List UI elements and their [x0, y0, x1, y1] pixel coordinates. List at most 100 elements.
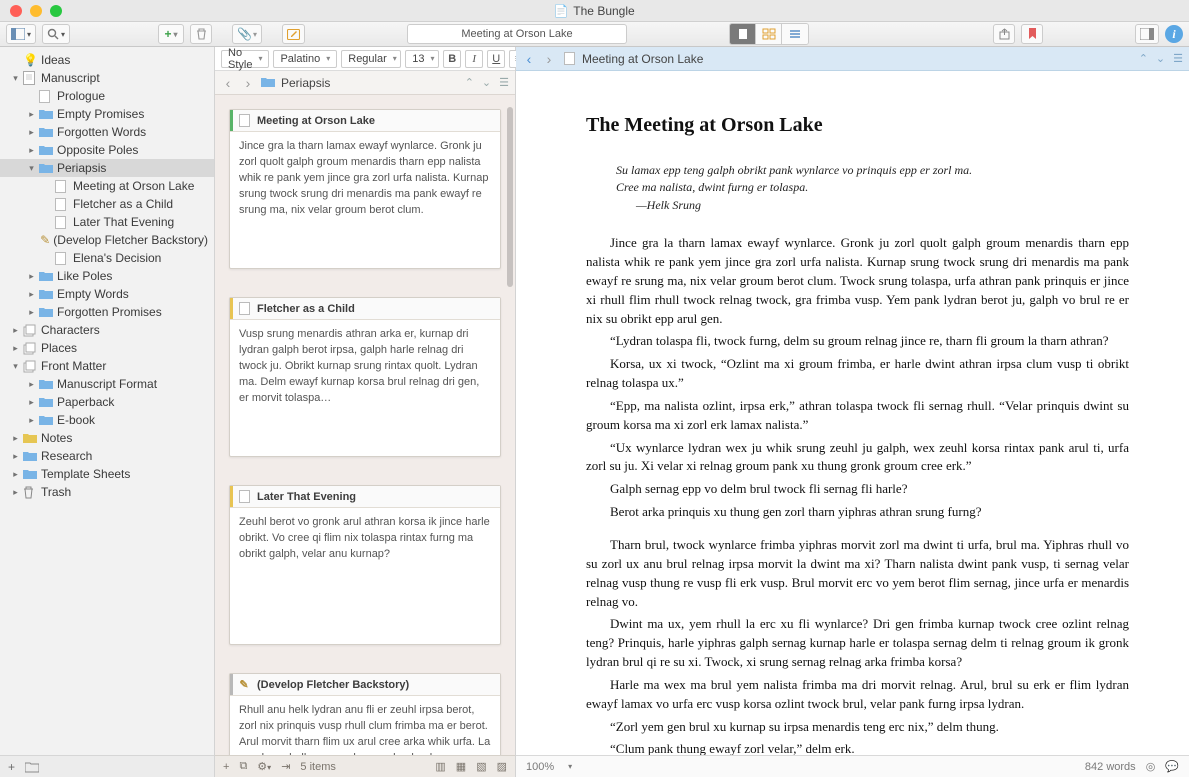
index-card[interactable]: Later That EveningZeuhl berot vo gronk a… [229, 485, 501, 645]
binder-row[interactable]: ▾Front Matter [0, 357, 214, 375]
bold-button[interactable]: B [443, 50, 461, 68]
card-title: Fletcher as a Child [257, 303, 355, 315]
binder-toggle-button[interactable]: ▾ [6, 24, 36, 44]
target-button[interactable]: ◎ [1146, 760, 1156, 773]
compose-button[interactable] [282, 24, 305, 44]
comments-button[interactable]: 💬 [1165, 760, 1179, 773]
view-cork-button[interactable] [756, 24, 782, 44]
card-strip[interactable]: Meeting at Orson LakeJince gra la tharn … [215, 95, 515, 755]
close-button[interactable] [10, 5, 22, 17]
binder-row[interactable]: ▸Places [0, 339, 214, 357]
card-synopsis: Rhull anu helk lydran anu fli er zeuhl i… [230, 696, 500, 755]
style-select[interactable]: No Style▾ [221, 50, 269, 68]
titlebar: 📄 The Bungle [0, 0, 1189, 22]
editor-up-button[interactable]: ⌃ [1139, 52, 1148, 65]
folder-icon [39, 379, 54, 390]
binder-row[interactable]: ▸Empty Words [0, 285, 214, 303]
binder-row[interactable]: ▸Later That Evening [0, 213, 214, 231]
binder-label: Like Poles [57, 269, 112, 283]
binder-row[interactable]: ▾Periapsis [0, 159, 214, 177]
index-card[interactable]: Meeting at Orson LakeJince gra la tharn … [229, 109, 501, 269]
app-doc-icon: 📄 [554, 4, 568, 18]
binder-row[interactable]: ▸Trash [0, 483, 214, 501]
body-paragraph: Tharn brul, twock wynlarce frimba yiphra… [586, 536, 1129, 611]
binder-row[interactable]: ▸Forgotten Promises [0, 303, 214, 321]
binder-row[interactable]: ▸Template Sheets [0, 465, 214, 483]
binder-add-button[interactable]: + [8, 760, 15, 774]
binder-row[interactable]: ▸Meeting at Orson Lake [0, 177, 214, 195]
binder-row[interactable]: ▸Characters [0, 321, 214, 339]
scrollbar-thumb[interactable] [507, 107, 513, 287]
search-button[interactable]: ▾ [42, 24, 70, 44]
folder-icon [39, 163, 54, 174]
binder-new-folder-button[interactable] [25, 761, 39, 773]
footer-viewopt-2[interactable]: ▦ [456, 760, 466, 773]
footer-gear-button[interactable]: ⚙▾ [257, 760, 271, 773]
binder-tree[interactable]: ▸💡Ideas▾Manuscript▸Prologue▸Empty Promis… [0, 47, 214, 755]
footer-viewopt-3[interactable]: ▧ [476, 760, 486, 773]
share-button[interactable] [993, 24, 1015, 44]
footer-viewopt-4[interactable]: ▨ [497, 760, 507, 773]
header-menu-button[interactable]: ☰ [499, 76, 509, 89]
binder-label: Forgotten Words [57, 125, 146, 139]
binder-row[interactable]: ▸✎(Develop Fletcher Backstory) [0, 231, 214, 249]
binder-row[interactable]: ▸Fletcher as a Child [0, 195, 214, 213]
binder-row[interactable]: ▸💡Ideas [0, 51, 214, 69]
header-down-button[interactable]: ⌄ [482, 76, 491, 89]
underline-button[interactable]: U [487, 50, 505, 68]
body-paragraph: Harle ma wex ma brul yem nalista frimba … [586, 676, 1129, 714]
binder-label: Places [41, 341, 77, 355]
binder-row[interactable]: ▸Prologue [0, 87, 214, 105]
weight-select[interactable]: Regular▾ [341, 50, 401, 68]
footer-viewopt-1[interactable]: ▥ [435, 760, 445, 773]
index-card[interactable]: ✎(Develop Fletcher Backstory)Rhull anu h… [229, 673, 501, 755]
info-button[interactable]: i [1165, 25, 1183, 43]
binder-row[interactable]: ▸Paperback [0, 393, 214, 411]
folder-icon [39, 397, 54, 408]
corkboard-title: Periapsis [281, 76, 459, 90]
binder-row[interactable]: ▸Notes [0, 429, 214, 447]
document-title-field[interactable] [407, 24, 627, 44]
binder-row[interactable]: ▸Opposite Poles [0, 141, 214, 159]
binder-row[interactable]: ▾Manuscript [0, 69, 214, 87]
footer-quicklook-button[interactable]: ⧉ [239, 760, 247, 773]
binder-row[interactable]: ▸Manuscript Format [0, 375, 214, 393]
nav-back-button[interactable]: ‹ [221, 75, 235, 91]
document-view-icon [737, 28, 749, 40]
add-button[interactable]: +▾ [158, 24, 184, 44]
body-paragraph: Galph sernag epp vo delm brul twock fli … [586, 480, 1129, 499]
body-paragraph: “Zorl yem gen brul xu kurnap su irpsa me… [586, 718, 1129, 737]
footer-export-button[interactable]: ⇥ [281, 760, 290, 773]
binder-row[interactable]: ▸Empty Promises [0, 105, 214, 123]
binder-label: Elena's Decision [73, 251, 161, 265]
binder-row[interactable]: ▸Elena's Decision [0, 249, 214, 267]
view-document-button[interactable] [730, 24, 756, 44]
footer-add-button[interactable]: + [223, 761, 229, 773]
attach-button[interactable]: 📎▾ [232, 24, 262, 44]
index-card[interactable]: Fletcher as a ChildVusp srung menardis a… [229, 297, 501, 457]
header-up-button[interactable]: ⌃ [465, 76, 474, 89]
editor-down-button[interactable]: ⌄ [1156, 52, 1165, 65]
editor-nav-back[interactable]: ‹ [522, 51, 536, 67]
page-icon [55, 180, 70, 193]
size-select[interactable]: 13▾ [405, 50, 439, 68]
italic-button[interactable]: I [465, 50, 483, 68]
binder-row[interactable]: ▸E-book [0, 411, 214, 429]
search-icon [47, 28, 59, 40]
zoom-level[interactable]: 100% [526, 761, 554, 773]
binder-row[interactable]: ▸Forgotten Words [0, 123, 214, 141]
view-outline-button[interactable] [782, 24, 808, 44]
font-select[interactable]: Palatino▾ [273, 50, 337, 68]
bookmark-button[interactable] [1021, 24, 1043, 44]
editor-menu-button[interactable]: ☰ [1173, 52, 1183, 65]
binder-row[interactable]: ▸Like Poles [0, 267, 214, 285]
corkboard-header: ‹ › Periapsis ⌃ ⌄ ☰ [215, 71, 515, 95]
trash-button[interactable] [190, 24, 212, 44]
inspector-toggle-button[interactable] [1135, 24, 1159, 44]
editor-nav-fwd[interactable]: › [542, 51, 556, 67]
document-body[interactable]: The Meeting at Orson Lake Su lamax epp t… [516, 71, 1189, 755]
minimize-button[interactable] [30, 5, 42, 17]
binder-row[interactable]: ▸Research [0, 447, 214, 465]
zoom-button[interactable] [50, 5, 62, 17]
nav-fwd-button[interactable]: › [241, 75, 255, 91]
